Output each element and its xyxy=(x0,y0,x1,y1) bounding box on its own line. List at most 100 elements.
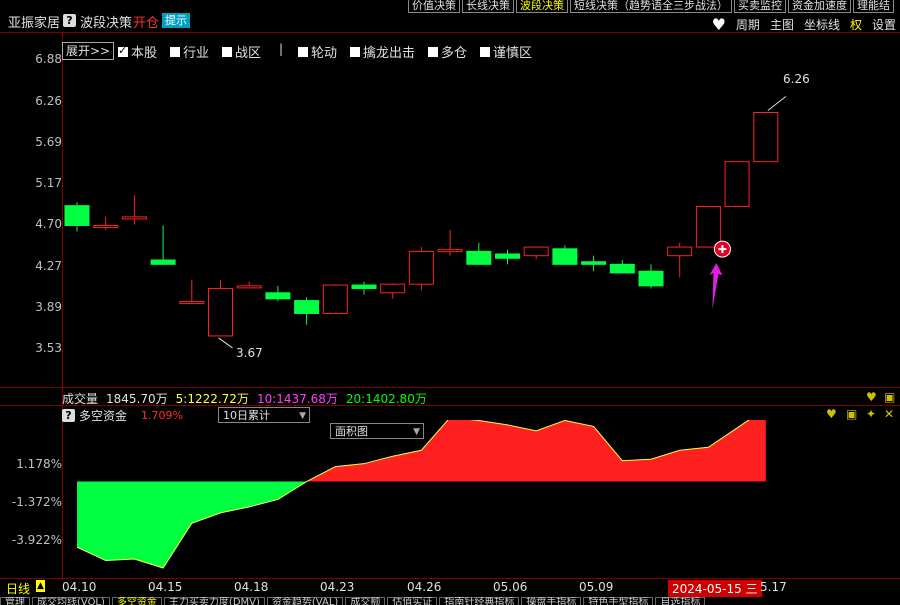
candle-body[interactable] xyxy=(64,205,90,226)
candle-body[interactable] xyxy=(93,224,119,228)
candle-body[interactable] xyxy=(179,300,205,304)
checkbox-icon[interactable] xyxy=(118,44,128,57)
checkbox-caution-zone[interactable]: 谨慎区 xyxy=(480,42,532,61)
checkbox-label: 战区 xyxy=(235,46,262,61)
candle-body[interactable] xyxy=(437,249,463,253)
indicator-tick: 1.178% xyxy=(16,457,62,471)
tab-fund-acceleration[interactable]: 资金加速度 xyxy=(788,0,851,13)
candle-body[interactable] xyxy=(667,246,693,257)
current-date-value: 2024-05-15 xyxy=(672,582,742,596)
tab-swing-decision[interactable]: 波段决策 xyxy=(516,0,568,13)
heart-icon[interactable]: ♥ xyxy=(712,16,726,32)
collapse-icon[interactable]: ▣ xyxy=(846,407,857,421)
menu-coordinate-line[interactable]: 坐标线 xyxy=(804,16,840,33)
hint-button[interactable]: 提示 xyxy=(162,13,190,28)
checkbox-dragon-attack[interactable]: 擒龙出击 xyxy=(350,42,415,61)
candle-body[interactable] xyxy=(495,253,520,259)
menu-rights[interactable]: 权 xyxy=(850,16,862,33)
candle-body[interactable] xyxy=(466,250,492,265)
help-icon[interactable]: ? xyxy=(63,14,76,27)
tab-trader[interactable]: 操盘手指标 xyxy=(521,597,582,605)
checkbox-icon[interactable] xyxy=(298,46,308,57)
stock-name[interactable]: 亚振家居 xyxy=(8,12,60,31)
candle-body[interactable] xyxy=(753,111,779,163)
candle-body[interactable] xyxy=(380,283,406,294)
open-position-label: 开仓 xyxy=(133,16,160,31)
heart-icon[interactable]: ♥ xyxy=(826,407,837,421)
period-label[interactable]: 日线 xyxy=(6,580,30,597)
checkbox-label: 轮动 xyxy=(311,46,338,61)
fund-flow-area-chart[interactable] xyxy=(63,420,900,576)
candle-body[interactable] xyxy=(638,270,664,287)
tab-trade-monitor[interactable]: 买卖监控 xyxy=(734,0,786,13)
checkbox-icon[interactable] xyxy=(170,46,180,57)
tab-manage[interactable]: 管理 xyxy=(0,597,30,605)
tab-volume[interactable]: 成交均线(VOL) xyxy=(32,597,110,605)
tab-special[interactable]: 特色手型指标 xyxy=(583,597,654,605)
date-axis: 日线 ▲ 04.10 04.15 04.18 04.23 04.26 05.06… xyxy=(0,580,900,597)
candle-body[interactable] xyxy=(351,284,377,289)
heart-icon[interactable]: ♥ xyxy=(866,390,877,404)
indicator-tick: -3.922% xyxy=(11,533,62,547)
candle-body[interactable] xyxy=(236,285,262,289)
candle-body[interactable] xyxy=(150,259,176,265)
high-annotation-arrow xyxy=(767,96,787,111)
close-icon[interactable]: ✕ xyxy=(884,407,894,421)
date-tick: 04.26 xyxy=(407,580,442,594)
tab-turnover[interactable]: 成交额 xyxy=(345,597,386,605)
candle-body[interactable] xyxy=(695,206,721,248)
checkbox-icon[interactable] xyxy=(480,46,490,57)
checkbox-icon[interactable] xyxy=(428,46,438,57)
candle-body[interactable] xyxy=(121,216,147,220)
collapse-icon[interactable]: ▣ xyxy=(884,390,895,404)
volume-legend: 成交量 1845.70万 5:1222.72万 10:1437.68万 20:1… xyxy=(62,390,435,407)
low-annotation-arrow xyxy=(218,337,233,349)
area-positive xyxy=(306,420,766,482)
checkbox-label: 本股 xyxy=(131,46,158,61)
menu-settings[interactable]: 设置 xyxy=(872,16,896,33)
tab-dmv[interactable]: 主力买卖力度(DMV) xyxy=(163,597,265,605)
checkbox-industry[interactable]: 行业 xyxy=(170,42,209,61)
candle-body[interactable] xyxy=(609,263,635,274)
tab-val[interactable]: 资金趋势(VAL) xyxy=(266,597,344,605)
tab-value-decision[interactable]: 价值决策 xyxy=(408,0,460,13)
tab-valuation[interactable]: 估值实证 xyxy=(387,597,438,605)
menu-main-chart[interactable]: 主图 xyxy=(770,16,794,33)
tool-icon[interactable]: ✦ xyxy=(866,407,876,421)
tab-extra[interactable]: 理能结 xyxy=(853,0,894,13)
checkbox-this-stock[interactable]: 本股 xyxy=(118,42,157,61)
checkbox-rotation[interactable]: 轮动 xyxy=(298,42,337,61)
menu-period[interactable]: 周期 xyxy=(736,16,760,33)
checkbox-long-position[interactable]: 多仓 xyxy=(428,42,467,61)
candle-body[interactable] xyxy=(523,246,549,257)
price-tick: 4.27 xyxy=(35,259,62,273)
candle-body[interactable] xyxy=(552,248,578,265)
tab-custom[interactable]: 自选指标 xyxy=(655,597,706,605)
volume-ma10: 10:1437.68万 xyxy=(256,392,338,406)
candle-body[interactable] xyxy=(581,261,607,265)
price-tick: 6.88 xyxy=(35,52,62,66)
candle-body[interactable] xyxy=(724,161,750,208)
checkbox-icon[interactable] xyxy=(222,46,232,57)
candle-body[interactable] xyxy=(294,300,320,314)
date-tick: 05.06 xyxy=(493,580,528,594)
triangle-icon[interactable]: ▲ xyxy=(36,580,45,592)
expand-button[interactable]: 展开>> xyxy=(62,42,115,60)
candle-body[interactable] xyxy=(322,284,348,314)
date-tick: 04.23 xyxy=(320,580,355,594)
candlestick-chart[interactable] xyxy=(63,60,900,385)
candle-body[interactable] xyxy=(408,250,434,285)
checkbox-label: 行业 xyxy=(183,46,210,61)
tab-fund-flow[interactable]: 多空资金 xyxy=(111,597,162,605)
volume-ma5: 5:1222.72万 xyxy=(175,392,249,406)
checkbox-icon[interactable] xyxy=(350,46,360,57)
tab-compass[interactable]: 指南针经典指标 xyxy=(439,597,520,605)
tab-short-decision[interactable]: 短线决策（趋势语全三步战法） xyxy=(570,0,732,13)
high-price-annotation: 6.26 xyxy=(783,72,810,86)
checkbox-war-zone[interactable]: 战区 xyxy=(222,42,261,61)
candle-body[interactable] xyxy=(208,287,233,337)
candle-body[interactable] xyxy=(265,292,291,300)
tab-long-decision[interactable]: 长线决策 xyxy=(462,0,514,13)
volume-label: 成交量 xyxy=(62,392,99,406)
date-tick: 04.15 xyxy=(148,580,183,594)
